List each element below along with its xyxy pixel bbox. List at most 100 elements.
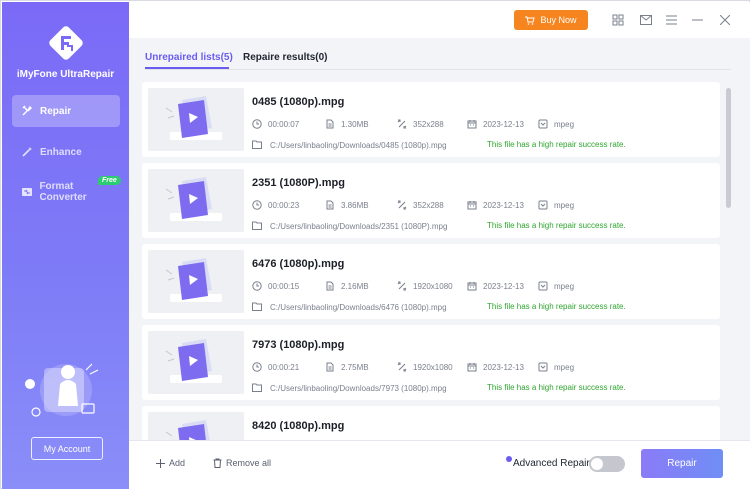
file-name: 6476 (1080p).mpg [252,258,345,270]
repair-button[interactable]: Repair [641,449,723,478]
format: mpeg [538,200,574,210]
video-thumbnail [148,331,244,394]
main-content: Unrepaired lists(5) Repaire results(0) 0… [129,38,750,440]
converter-icon [20,185,33,199]
video-file-icon [165,258,222,302]
buy-now-label: Buy Now [540,15,577,25]
app-window: iMyFone UltraRepair Repair Enhance Forma… [0,0,750,489]
plus-icon [156,458,165,468]
grid-icon[interactable] [611,13,624,26]
free-badge: Free [98,176,121,185]
document-icon [325,200,335,210]
video-file-icon [165,339,222,383]
repair-status: This file has a high repair success rate… [487,140,626,149]
duration: 00:00:15 [252,281,299,291]
folder-icon [252,383,262,393]
sidebar-item-label: Repair [40,105,72,117]
date: 2023-12-13 [467,281,524,291]
clock-icon [252,362,262,372]
file-card[interactable]: 6476 (1080p).mpg 00:00:15 2.16MB 1920x10… [142,244,720,319]
tools-icon [20,104,34,118]
advanced-repair-toggle[interactable] [589,456,625,472]
calendar-icon [467,362,477,372]
repair-status: This file has a high repair success rate… [487,302,626,311]
file-size: 1.30MB [325,119,369,129]
file-name: 0485 (1080p).mpg [252,96,345,108]
file-size: 3.86MB [325,200,369,210]
calendar-icon [467,200,477,210]
remove-all-button[interactable]: Remove all [213,458,271,468]
file-name: 7973 (1080p).mpg [252,339,345,351]
format-icon [538,200,548,210]
advanced-repair-label: Advanced Repair [513,458,590,469]
video-thumbnail [148,88,244,151]
file-path: C:/Users/linbaoling/Downloads/7973 (1080… [252,383,447,393]
close-icon[interactable] [718,13,731,26]
video-file-icon [165,96,222,140]
file-path: C:/Users/linbaoling/Downloads/2351 (1080… [252,221,447,231]
video-thumbnail [148,250,244,313]
tab-repaire-results[interactable]: Repaire results(0) [243,52,327,63]
resolution-icon [397,281,407,291]
file-size: 2.75MB [325,362,369,372]
app-logo-icon [49,26,83,60]
sidebar-item-label: Enhance [40,146,82,158]
format-icon [538,362,548,372]
mail-icon[interactable] [639,13,652,26]
support-illustration [25,363,99,417]
resolution: 1920x1080 [397,362,453,372]
folder-icon [252,221,262,231]
magic-wand-icon [20,145,34,159]
document-icon [325,119,335,129]
date: 2023-12-13 [467,362,524,372]
duration: 00:00:23 [252,200,299,210]
folder-icon [252,140,262,150]
video-thumbnail [148,169,244,232]
video-thumbnail [148,412,244,440]
sidebar-item-enhance[interactable]: Enhance [12,136,120,168]
file-card[interactable]: 0485 (1080p).mpg 00:00:07 1.30MB 352x288… [142,82,720,157]
format: mpeg [538,119,574,129]
file-path: C:/Users/linbaoling/Downloads/6476 (1080… [252,302,447,312]
menu-icon[interactable] [665,13,678,26]
my-account-button[interactable]: My Account [31,437,103,460]
date: 2023-12-13 [467,200,524,210]
sidebar-item-repair[interactable]: Repair [12,95,120,127]
repair-status: This file has a high repair success rate… [487,383,626,392]
file-card[interactable]: 2351 (1080P).mpg 00:00:23 3.86MB 352x288… [142,163,720,238]
minimize-icon[interactable] [691,13,704,26]
resolution-icon [397,119,407,129]
resolution: 352x288 [397,200,444,210]
video-file-icon [165,177,222,221]
trash-icon [213,458,222,468]
file-card[interactable]: 7973 (1080p).mpg 00:00:21 2.75MB 1920x10… [142,325,720,400]
file-card[interactable]: 8420 (1080p).mpg [142,406,720,440]
info-dot-icon [506,456,512,462]
calendar-icon [467,281,477,291]
folder-icon [252,302,262,312]
active-tab-indicator [145,67,229,69]
duration: 00:00:07 [252,119,299,129]
tab-unrepaired-lists[interactable]: Unrepaired lists(5) [145,52,233,63]
format: mpeg [538,362,574,372]
resolution-icon [397,200,407,210]
resolution-icon [397,362,407,372]
buy-now-button[interactable]: Buy Now [514,10,588,30]
add-button[interactable]: Add [156,458,185,468]
clock-icon [252,200,262,210]
resolution: 352x288 [397,119,444,129]
file-name: 8420 (1080p).mpg [252,420,345,432]
video-file-icon [165,420,210,440]
app-name: iMyFone UltraRepair [16,69,115,80]
calendar-icon [467,119,477,129]
sidebar: iMyFone UltraRepair Repair Enhance Forma… [2,2,129,489]
repair-status: This file has a high repair success rate… [487,221,626,230]
format: mpeg [538,281,574,291]
document-icon [325,362,335,372]
list-scrollbar[interactable] [726,88,731,208]
clock-icon [252,119,262,129]
file-path: C:/Users/linbaoling/Downloads/0485 (1080… [252,140,447,150]
tab-divider [145,69,731,70]
clock-icon [252,281,262,291]
format-icon [538,119,548,129]
